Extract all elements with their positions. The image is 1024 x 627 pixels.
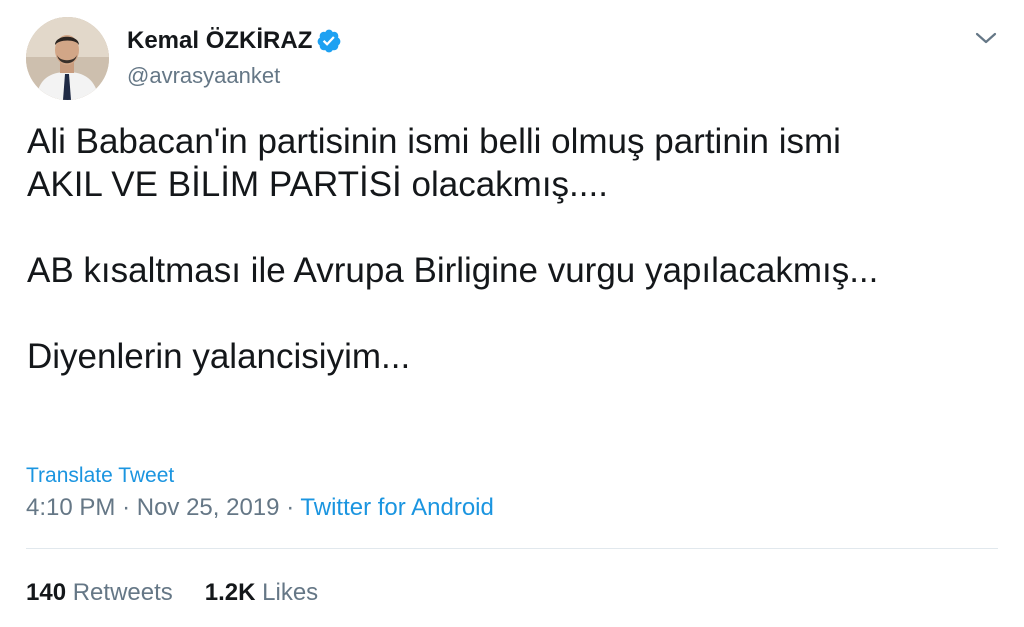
tweet-stats: 140 Retweets 1.2K Likes — [26, 578, 318, 608]
retweets-label: Retweets — [72, 579, 173, 606]
likes-stat[interactable]: 1.2K Likes — [205, 579, 318, 606]
author-display-name[interactable]: Kemal ÖZKİRAZ — [127, 26, 312, 56]
tweet-menu-button[interactable] — [970, 24, 1002, 52]
tweet-metadata: 4:10 PM · Nov 25, 2019 · Twitter for And… — [26, 493, 494, 523]
tweet-line: Ali Babacan'in partisinin ismi belli olm… — [27, 122, 841, 161]
author-name-row[interactable]: Kemal ÖZKİRAZ — [127, 26, 342, 56]
retweets-count: 140 — [26, 579, 67, 606]
tweet-line: Diyenlerin yalancisiyim... — [27, 337, 411, 376]
meta-separator: · — [286, 494, 295, 521]
tweet-line: AB kısaltması ile Avrupa Birligine vurgu… — [27, 251, 879, 290]
tweet-time[interactable]: 4:10 PM — [26, 494, 115, 521]
chevron-down-icon — [975, 32, 997, 44]
author-handle[interactable]: @avrasyaanket — [127, 62, 280, 90]
meta-separator: · — [122, 494, 131, 521]
tweet-line: AKIL VE BİLİM PARTİSİ olacakmış.... — [27, 165, 608, 204]
retweets-stat[interactable]: 140 Retweets — [26, 579, 173, 606]
likes-count: 1.2K — [204, 579, 256, 606]
translate-tweet-link[interactable]: Translate Tweet — [26, 462, 174, 490]
tweet-date[interactable]: Nov 25, 2019 — [137, 494, 280, 521]
tweet-text: Ali Babacan'in partisinin ismi belli olm… — [27, 120, 987, 378]
verified-badge-icon — [316, 28, 342, 54]
likes-label: Likes — [262, 579, 319, 606]
tweet-source-link[interactable]: Twitter for Android — [300, 494, 493, 521]
avatar[interactable] — [26, 17, 109, 100]
avatar-photo — [26, 17, 109, 100]
divider — [26, 548, 998, 549]
